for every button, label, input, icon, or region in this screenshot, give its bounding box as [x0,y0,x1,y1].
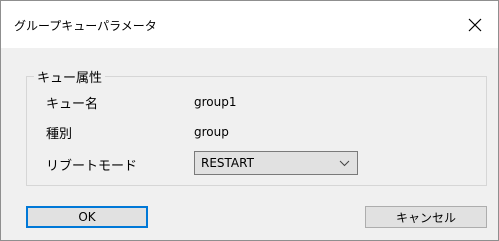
reboot-mode-value: RESTART [201,156,254,170]
queue-name-label: キュー名 [46,97,99,112]
dialog-window: グループキューパラメータ キュー属性 キュー名 group1 種別 group … [0,0,499,241]
ok-button[interactable]: OK [26,206,148,228]
reboot-mode-select[interactable]: RESTART [194,151,358,175]
window-title: グループキューパラメータ [14,19,157,33]
type-value: group [194,125,229,139]
ok-button-label: OK [78,210,96,224]
title-bar: グループキューパラメータ [1,1,498,48]
cancel-button[interactable]: キャンセル [365,206,487,228]
chevron-down-icon [339,160,350,167]
close-icon [468,18,482,31]
type-label: 種別 [46,127,73,142]
cancel-button-label: キャンセル [395,210,456,225]
queue-name-value: group1 [194,95,237,109]
reboot-mode-label: リブートモード [46,159,138,174]
close-button[interactable] [452,1,498,48]
group-legend: キュー属性 [34,67,106,86]
